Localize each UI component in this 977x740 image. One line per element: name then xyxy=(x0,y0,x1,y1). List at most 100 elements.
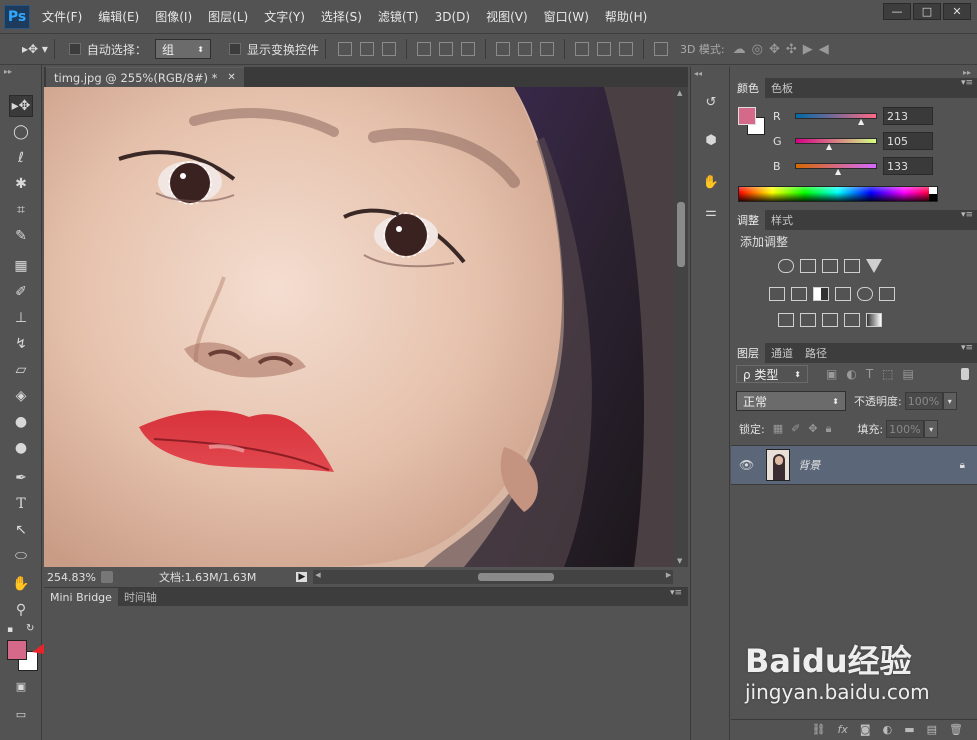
lock-all-icon[interactable]: 🔒︎ xyxy=(826,422,840,435)
distribute-right-icon[interactable] xyxy=(618,42,633,56)
align-bottom-icon[interactable] xyxy=(381,42,396,56)
levels-icon[interactable] xyxy=(800,259,816,273)
default-colors-icon[interactable]: ▪ xyxy=(7,625,13,635)
history-panel-icon[interactable]: ↺ xyxy=(700,91,722,113)
new-group-icon[interactable]: ▬ xyxy=(904,723,914,736)
maximize-button[interactable]: □ xyxy=(913,3,941,20)
menu-select[interactable]: 选择(S) xyxy=(317,8,366,25)
new-adjustment-icon[interactable]: ◐ xyxy=(883,723,893,736)
3d-rotate-icon[interactable]: ☁ xyxy=(733,42,752,57)
layer-kind-dropdown[interactable]: ρ 类型 ⬍ xyxy=(736,365,808,383)
screen-mode-icon[interactable]: ▭ xyxy=(9,703,33,725)
threshold-icon[interactable] xyxy=(822,313,838,327)
align-left-icon[interactable] xyxy=(416,42,431,56)
image-canvas[interactable] xyxy=(44,87,674,567)
r-slider[interactable]: ▲ xyxy=(795,113,877,126)
hue-saturation-icon[interactable] xyxy=(769,287,785,301)
align-right-icon[interactable] xyxy=(460,42,475,56)
close-button[interactable]: ✕ xyxy=(943,3,971,20)
vibrance-icon[interactable] xyxy=(866,259,882,273)
marquee-tool-icon[interactable]: ◯ xyxy=(9,121,33,143)
menu-layer[interactable]: 图层(L) xyxy=(204,8,252,25)
distribute-left-icon[interactable] xyxy=(574,42,589,56)
blend-mode-dropdown[interactable]: 正常 ⬍ xyxy=(736,391,846,411)
menu-help[interactable]: 帮助(H) xyxy=(601,8,651,25)
foreground-color-swatch[interactable] xyxy=(7,640,27,660)
quick-mask-icon[interactable]: ▣ xyxy=(9,675,33,697)
gradient-map-icon[interactable] xyxy=(866,313,882,327)
scroll-down-icon[interactable]: ▼ xyxy=(677,557,682,565)
menu-window[interactable]: 窗口(W) xyxy=(540,8,593,25)
menu-image[interactable]: 图像(I) xyxy=(151,8,196,25)
color-spectrum-bar[interactable] xyxy=(738,186,938,202)
g-value[interactable]: 105 xyxy=(883,132,933,150)
menu-filter[interactable]: 滤镜(T) xyxy=(374,8,423,25)
move-tool-icon[interactable]: ▸✥ xyxy=(9,95,33,117)
new-layer-icon[interactable]: ▤ xyxy=(927,723,937,736)
document-tab[interactable]: timg.jpg @ 255%(RGB/8#) * ✕ xyxy=(46,67,244,87)
scroll-up-icon[interactable]: ▲ xyxy=(677,89,682,97)
g-slider[interactable]: ▲ xyxy=(795,138,877,151)
3d-panel-icon[interactable]: ⬢ xyxy=(700,129,722,151)
menu-3d[interactable]: 3D(D) xyxy=(431,10,474,24)
align-vcenter-icon[interactable] xyxy=(359,42,374,56)
paint-bucket-tool-icon[interactable]: ◈ xyxy=(9,385,33,407)
opacity-input[interactable]: 100% xyxy=(904,392,943,410)
filter-toggle[interactable] xyxy=(961,368,969,380)
invert-icon[interactable] xyxy=(778,313,794,327)
delete-layer-icon[interactable]: 🗑︎ xyxy=(949,723,963,736)
tab-timeline[interactable]: 时间轴 xyxy=(118,588,163,606)
tab-layers[interactable]: 图层 xyxy=(731,343,765,363)
3d-pan-icon[interactable]: ✥ xyxy=(769,42,786,57)
menu-file[interactable]: 文件(F) xyxy=(38,8,86,25)
align-hcenter-icon[interactable] xyxy=(438,42,453,56)
photo-filter-icon[interactable] xyxy=(835,287,851,301)
black-white-icon[interactable] xyxy=(813,287,829,301)
move-tool-preset-icon[interactable]: ▸✥ ▾ xyxy=(22,42,48,56)
distribute-hcenter-icon[interactable] xyxy=(596,42,611,56)
3d-roll-icon[interactable]: ◎ xyxy=(752,42,769,57)
tab-styles[interactable]: 样式 xyxy=(765,210,799,230)
auto-select-checkbox[interactable] xyxy=(68,43,81,55)
add-mask-icon[interactable]: ◙ xyxy=(860,723,871,736)
dodge-tool-icon[interactable]: ● xyxy=(9,437,33,459)
panel-menu-icon[interactable]: ▾≡ xyxy=(961,343,973,363)
align-top-icon[interactable] xyxy=(337,42,352,56)
link-layers-icon[interactable]: ⛓ xyxy=(812,723,826,736)
filter-type-icon[interactable]: T xyxy=(866,367,882,381)
color-lookup-icon[interactable] xyxy=(879,287,895,301)
r-value[interactable]: 213 xyxy=(883,107,933,125)
b-slider-handle[interactable]: ▲ xyxy=(835,167,841,176)
scroll-right-icon[interactable]: ▶ xyxy=(666,571,671,579)
magic-wand-tool-icon[interactable]: ✱ xyxy=(9,173,33,195)
filter-pixel-icon[interactable]: ▣ xyxy=(826,367,846,381)
horizontal-scrollbar[interactable]: ◀ ▶ xyxy=(313,570,674,584)
panel-collapse-icon[interactable]: ▸▸ xyxy=(4,67,12,76)
zoom-level[interactable]: 254.83% xyxy=(47,571,96,584)
lasso-tool-icon[interactable]: ℓ xyxy=(9,147,33,169)
tab-color[interactable]: 颜色 xyxy=(731,78,765,98)
pen-tool-icon[interactable]: ✒ xyxy=(9,467,33,489)
channel-mixer-icon[interactable] xyxy=(857,287,873,301)
tab-mini-bridge[interactable]: Mini Bridge xyxy=(44,588,118,606)
3d-scale-icon[interactable]: ▶◀ xyxy=(803,42,835,57)
menu-type[interactable]: 文字(Y) xyxy=(260,8,309,25)
eraser-tool-icon[interactable]: ▱ xyxy=(9,359,33,381)
auto-align-icon[interactable] xyxy=(653,42,668,56)
filter-shape-icon[interactable]: ⬚ xyxy=(882,367,902,381)
filter-adjust-icon[interactable]: ◐ xyxy=(846,367,865,381)
fill-input[interactable]: 100% xyxy=(886,420,925,438)
properties-panel-icon[interactable]: ⚌ xyxy=(700,201,722,223)
path-selection-tool-icon[interactable]: ↖ xyxy=(9,519,33,541)
hand-tool-icon[interactable]: ✋ xyxy=(9,573,33,595)
curves-icon[interactable] xyxy=(822,259,838,273)
vertical-scrollbar[interactable]: ▲ ▼ xyxy=(674,87,688,567)
history-brush-tool-icon[interactable]: ↯ xyxy=(9,333,33,355)
brush-presets-panel-icon[interactable]: ✋ xyxy=(700,171,722,193)
blur-tool-icon[interactable]: ● xyxy=(9,411,33,433)
lock-position-icon[interactable]: ✥ xyxy=(808,422,825,435)
layer-style-icon[interactable]: fx xyxy=(838,723,848,736)
clone-stamp-tool-icon[interactable]: ⊥ xyxy=(9,307,33,329)
lock-transparent-icon[interactable]: ▦ xyxy=(773,422,791,435)
panel-menu-icon[interactable]: ▾≡ xyxy=(961,210,973,230)
